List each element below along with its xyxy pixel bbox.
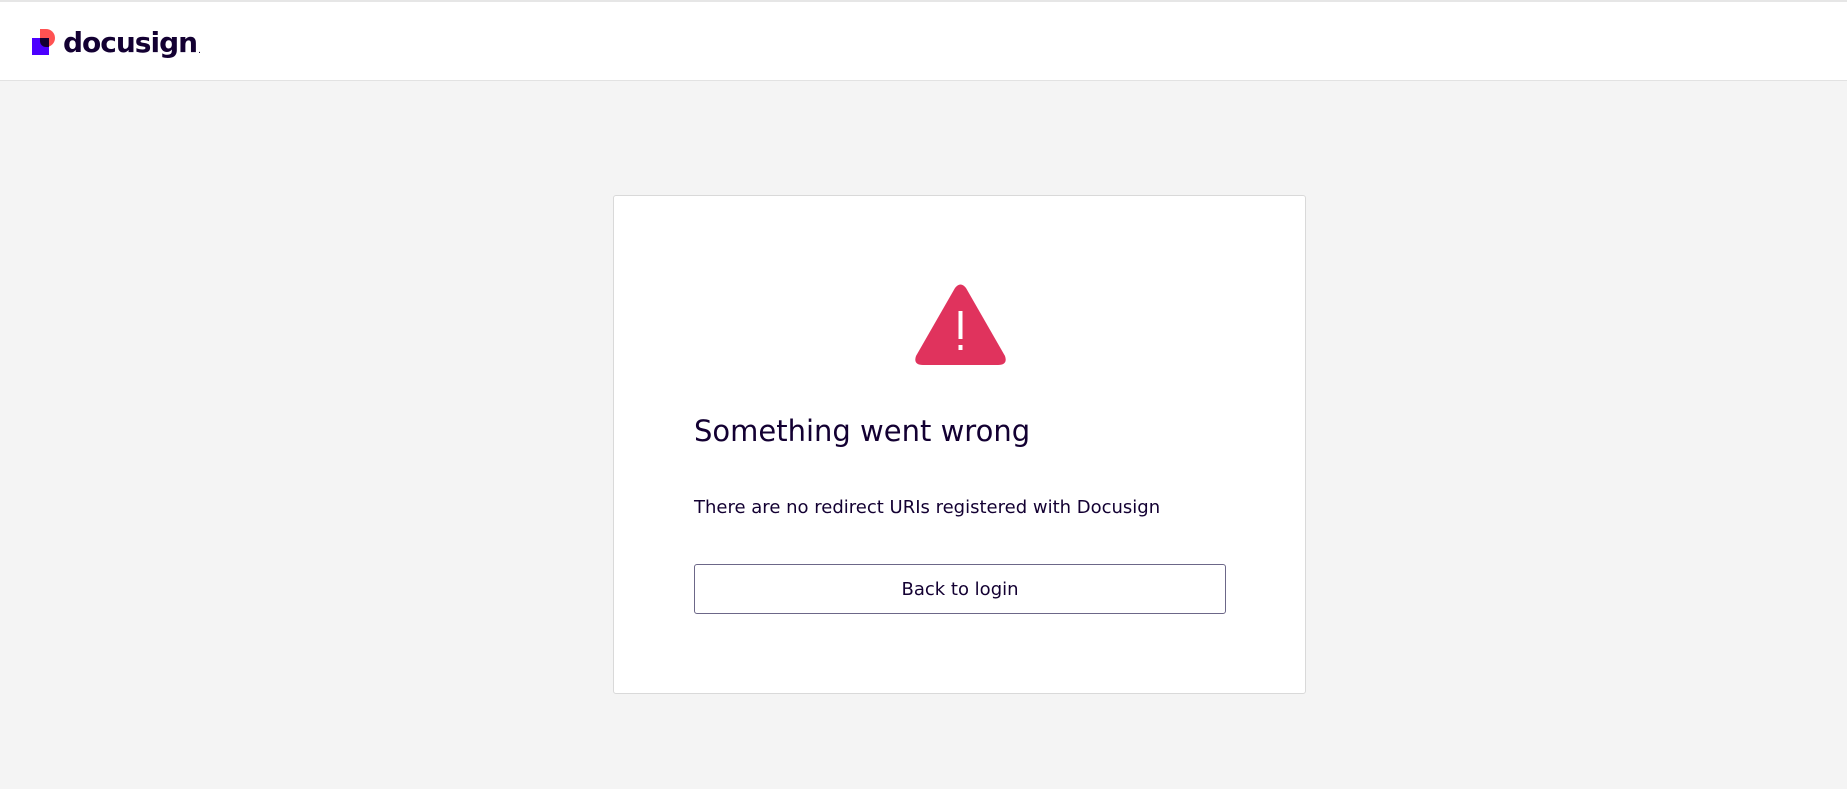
top-bar: docusign .	[0, 0, 1847, 81]
logo-wordmark: docusign	[63, 26, 198, 59]
error-card: Something went wrong There are no redire…	[613, 195, 1306, 694]
back-to-login-button[interactable]: Back to login	[694, 564, 1226, 614]
docusign-logo-mark-icon	[32, 29, 58, 57]
logo-trademark-dot: .	[198, 45, 201, 56]
error-title: Something went wrong	[694, 414, 1031, 448]
docusign-logo[interactable]: docusign .	[32, 26, 201, 60]
error-message: There are no redirect URIs registered wi…	[694, 497, 1161, 518]
warning-triangle-icon	[914, 283, 1007, 367]
